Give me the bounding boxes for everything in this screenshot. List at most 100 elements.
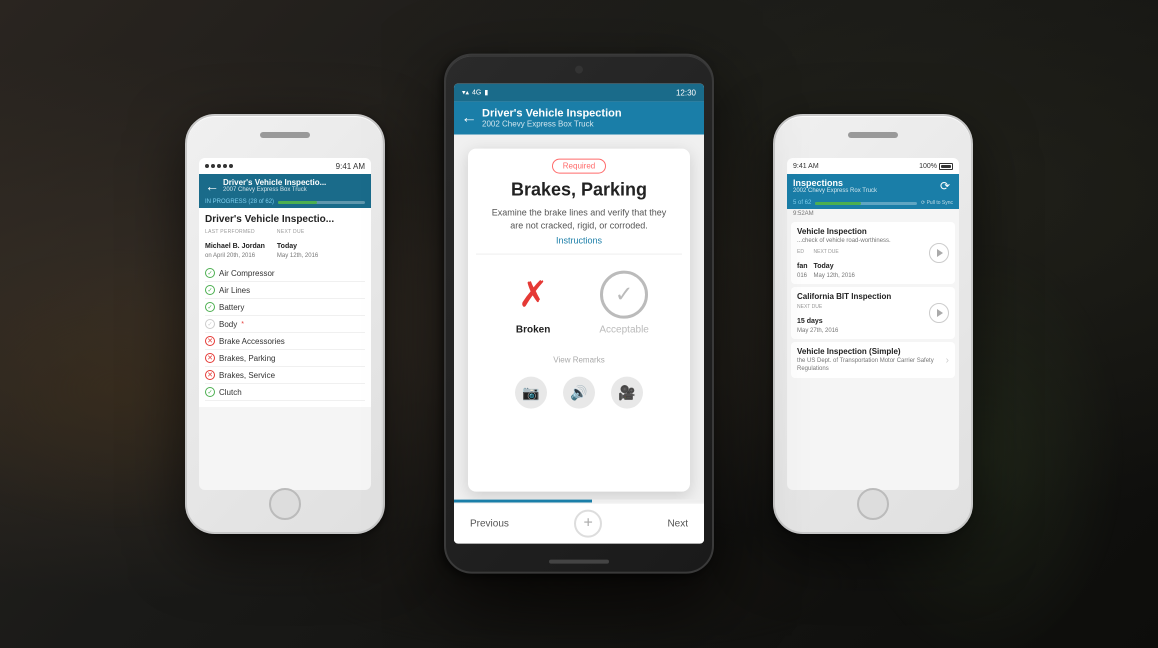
last-performed-name: Michael B. Jordan: [205, 243, 265, 250]
phone-right-shell: 9:41 AM 100% Inspections 2002 Chevy Expr…: [773, 114, 973, 534]
next-due-col: NEXT DUE Today May 12th, 2016: [277, 229, 318, 259]
progress-fill-right: [815, 202, 861, 205]
x-large-icon: ✗: [518, 277, 548, 313]
modal-description: Examine the brake lines and verify that …: [468, 207, 690, 236]
video-icon-btn[interactable]: 🎥: [611, 377, 643, 409]
network-icon: 4G: [472, 89, 481, 96]
modal-icons-row: 📷 🔊 🎥: [468, 373, 690, 419]
meta-col-next: NEXT DUE 15 days May 27th, 2016: [797, 304, 838, 334]
signal-dots: [205, 164, 233, 168]
last-performed-date: on April 20th, 2016: [205, 253, 265, 259]
plus-button[interactable]: +: [574, 510, 602, 538]
header-subtitle-right: 2002 Chevy Express Rox Truck: [793, 188, 877, 194]
item-name: Battery: [219, 303, 244, 312]
previous-button[interactable]: Previous: [470, 518, 509, 529]
app-header-center: ← Driver's Vehicle Inspection 2002 Chevy…: [454, 102, 704, 135]
modal-choices: ✗ Broken Acceptable: [468, 255, 690, 352]
list-item: Battery: [205, 299, 365, 316]
phone-left-speaker: [260, 132, 310, 138]
pull-sync[interactable]: ⟳ Pull to Sync: [921, 200, 953, 206]
item-name: Body: [219, 320, 237, 329]
required-asterisk: *: [241, 321, 244, 328]
next-due-date: May 12th, 2016: [277, 253, 318, 259]
home-button-right[interactable]: [857, 488, 889, 520]
card-desc: ...check of vehicle road-worthiness.: [797, 238, 925, 246]
item-name: Brake Accessories: [219, 337, 285, 346]
inspection-card[interactable]: Vehicle Inspection (Simple) the US Dept.…: [791, 342, 955, 379]
home-button-left[interactable]: [269, 488, 301, 520]
check-icon: [205, 268, 215, 278]
audio-icon-btn[interactable]: 🔊: [563, 377, 595, 409]
list-item: ✕ Brakes, Service: [205, 367, 365, 384]
phone-left-screen: 9:41 AM ← Driver's Vehicle Inspectio... …: [199, 158, 371, 490]
view-remarks[interactable]: View Remarks: [468, 352, 690, 373]
choice-acceptable[interactable]: Acceptable: [599, 271, 648, 336]
battery-fill: [941, 165, 951, 168]
battery-group: 100%: [919, 163, 953, 170]
list-item: Air Lines: [205, 282, 365, 299]
choice-broken[interactable]: ✗ Broken: [509, 271, 557, 336]
battery-bar: [939, 163, 953, 170]
bottom-bar-center: [549, 560, 609, 564]
item-name: Air Compressor: [219, 269, 275, 278]
header-text-left: Driver's Vehicle Inspectio... 2007 Chevy…: [223, 178, 365, 193]
next-val: 15 days: [797, 318, 823, 325]
broken-label: Broken: [516, 325, 550, 336]
x-icon: ✕: [205, 336, 215, 346]
inspection-card[interactable]: Vehicle Inspection ...check of vehicle r…: [791, 222, 955, 284]
header-title-center: Driver's Vehicle Inspection: [482, 108, 696, 120]
header-subtitle-center: 2002 Chevy Express Box Truck: [482, 120, 696, 129]
modal-area: Required Brakes, Parking Examine the bra…: [454, 135, 704, 500]
check-icon: [205, 319, 215, 329]
check-icon: [205, 387, 215, 397]
camera-icon-btn[interactable]: 📷: [515, 377, 547, 409]
sync-icon[interactable]: ⟳: [937, 178, 953, 194]
list-item: Air Compressor: [205, 265, 365, 282]
time-center: 12:30: [676, 88, 696, 97]
card-meta: NEXT DUE 15 days May 27th, 2016: [797, 304, 925, 334]
status-bar-right: 9:41 AM 100%: [787, 158, 959, 174]
phone-left: 9:41 AM ← Driver's Vehicle Inspectio... …: [185, 114, 385, 534]
last-date: 016: [797, 273, 808, 279]
meta-col-last: ED fan 016: [797, 249, 808, 279]
signal-icons: ▾▴ 4G ▮: [462, 89, 488, 97]
next-label: NEXT DUE: [797, 304, 838, 310]
card-content: Vehicle Inspection (Simple) the US Dept.…: [797, 347, 942, 374]
progress-label-left: IN PROGRESS (28 of 62): [205, 199, 274, 205]
modal-instructions[interactable]: Instructions: [468, 236, 690, 254]
back-arrow-center[interactable]: ←: [462, 111, 476, 125]
card-title: Vehicle Inspection: [797, 227, 925, 236]
phone-center: ▾▴ 4G ▮ 12:30 ← Driver's Vehicle Inspect…: [444, 54, 714, 574]
progress-bar-right: 5 of 62 ⟳ Pull to Sync: [787, 198, 959, 209]
phone-right-speaker: [848, 132, 898, 138]
next-val: Today: [814, 263, 834, 270]
next-label: NEXT DUE: [814, 249, 855, 255]
list-item: Body *: [205, 316, 365, 333]
item-name: Clutch: [219, 388, 242, 397]
last-performed-col: LAST PERFORMED Michael B. Jordan on Apri…: [205, 229, 265, 259]
content-left: Driver's Vehicle Inspectio... LAST PERFO…: [199, 208, 371, 407]
list-item: Clutch: [205, 384, 365, 401]
x-icon: ✕: [205, 353, 215, 363]
x-icon: ✕: [205, 370, 215, 380]
play-button[interactable]: [929, 303, 949, 323]
play-triangle-icon: [937, 249, 943, 257]
battery-percent: 100%: [919, 163, 937, 170]
header-title-right: Inspections: [793, 178, 877, 188]
modal-title: Brakes, Parking: [468, 180, 690, 207]
last-performed-label: LAST PERFORMED: [205, 229, 265, 235]
meta-col-next: NEXT DUE Today May 12th, 2016: [814, 249, 855, 279]
next-button[interactable]: Next: [667, 518, 688, 529]
check-large-icon: [600, 271, 648, 319]
back-arrow-left[interactable]: ←: [205, 179, 219, 193]
last-label: ED: [797, 249, 808, 255]
play-button[interactable]: [929, 243, 949, 263]
item-name: Brakes, Parking: [219, 354, 275, 363]
next-due-label: NEXT DUE: [277, 229, 318, 235]
signal-icon: ▾▴: [462, 89, 469, 97]
chevron-right-icon: ›: [946, 355, 949, 366]
header-text-right: Inspections 2002 Chevy Express Rox Truck: [793, 178, 877, 194]
phone-center-shell: ▾▴ 4G ▮ 12:30 ← Driver's Vehicle Inspect…: [444, 54, 714, 574]
inspection-card[interactable]: California BIT Inspection NEXT DUE 15 da…: [791, 287, 955, 339]
next-due-value: Today: [277, 243, 297, 250]
